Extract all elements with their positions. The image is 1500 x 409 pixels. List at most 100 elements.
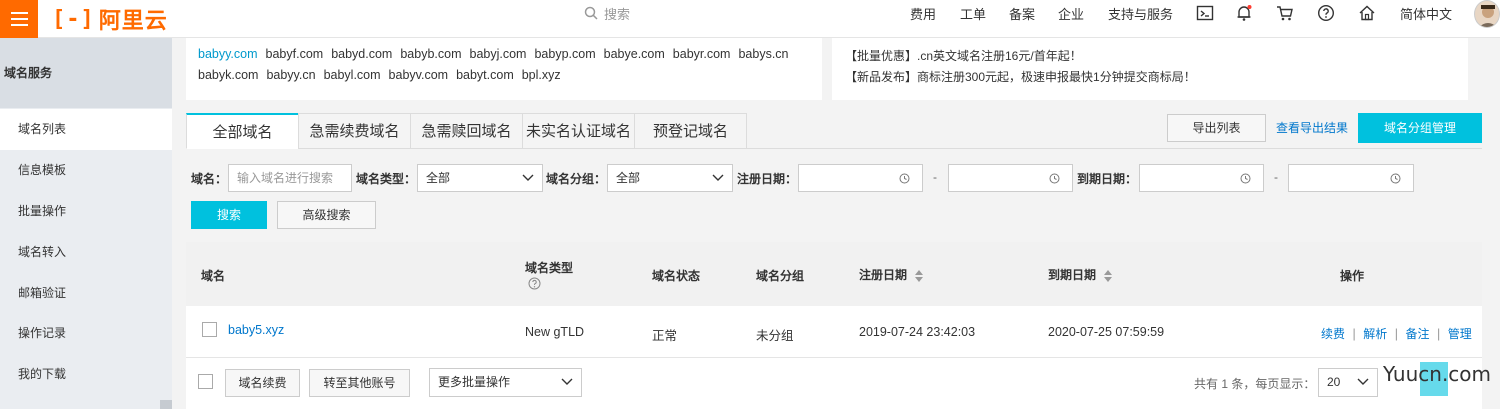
suggested-domain[interactable]: bpl.xyz — [522, 68, 561, 82]
avatar[interactable] — [1474, 0, 1500, 28]
column-reg-date-label: 注册日期 — [859, 268, 908, 282]
terminal-icon[interactable] — [1196, 4, 1214, 22]
column-reg-date[interactable]: 注册日期 — [859, 266, 924, 283]
promo-item[interactable]: 【批量优惠】.cn英文域名注册16元/首年起！ — [845, 46, 1196, 67]
nav-tickets[interactable]: 工单 — [960, 4, 986, 22]
row-type: New gTLD — [525, 325, 585, 339]
sidebar-item-transfer-in[interactable]: 域名转入 — [0, 232, 172, 273]
logo-text: 阿里云 — [98, 8, 168, 33]
menu-icon[interactable] — [0, 0, 38, 38]
suggested-domain[interactable]: babyf.com — [266, 47, 324, 61]
sidebar-item-templates[interactable]: 信息模板 — [0, 150, 172, 191]
avatar-icon — [1479, 5, 1497, 27]
search-icon — [584, 6, 598, 20]
clock-icon — [899, 173, 910, 184]
type-filter-label: 域名类型： — [356, 172, 417, 186]
view-export-link[interactable]: 查看导出结果 — [1276, 119, 1348, 136]
select-all-checkbox[interactable] — [198, 374, 213, 389]
action-separator: | — [1394, 327, 1398, 341]
exp-date-label: 到期日期： — [1077, 172, 1138, 186]
batch-renew-button[interactable]: 域名续费 — [225, 369, 300, 397]
suggested-domain[interactable]: babyb.com — [400, 47, 461, 61]
renew-link[interactable]: 续费 — [1321, 327, 1345, 341]
group-select-value: 全部 — [616, 171, 641, 185]
suggested-domain[interactable]: babyy.com — [198, 47, 258, 61]
suggested-domain[interactable]: babyv.com — [389, 68, 449, 82]
column-domain: 域名 — [201, 269, 226, 283]
home-icon[interactable] — [1358, 4, 1376, 22]
tab-preregister[interactable]: 预登记域名 — [634, 113, 747, 149]
group-manage-button[interactable]: 域名分组管理 — [1358, 113, 1482, 143]
suggested-domain[interactable]: babyp.com — [534, 47, 595, 61]
nav-support[interactable]: 支持与服务 — [1108, 4, 1173, 22]
promo-item[interactable]: 【新品发布】商标注册300元起，极速申报最快1分钟提交商标局！ — [845, 67, 1196, 88]
type-select[interactable]: 全部 — [417, 164, 543, 192]
tab-redeem-urgent[interactable]: 急需赎回域名 — [410, 113, 523, 149]
column-exp-date-label: 到期日期 — [1048, 268, 1097, 282]
row-group: 未分组 — [756, 329, 794, 343]
suggested-domain[interactable]: babyr.com — [673, 47, 731, 61]
export-list-button[interactable]: 导出列表 — [1167, 114, 1266, 142]
manage-link[interactable]: 管理 — [1448, 327, 1472, 341]
reg-date-end-input[interactable] — [948, 164, 1073, 192]
logo[interactable]: [-] 阿里云 — [52, 4, 168, 34]
cart-icon[interactable] — [1276, 4, 1294, 22]
sidebar-item-domain-list[interactable]: 域名列表 — [0, 109, 172, 150]
nav-enterprise[interactable]: 企业 — [1058, 4, 1084, 22]
bell-icon[interactable] — [1235, 4, 1253, 22]
table-header — [186, 242, 1482, 306]
column-group: 域名分组 — [756, 269, 805, 283]
page-size-select[interactable]: 20 — [1318, 368, 1378, 397]
chevron-down-icon — [1357, 378, 1369, 385]
transfer-account-button[interactable]: 转至其他账号 — [309, 369, 410, 397]
nav-icp[interactable]: 备案 — [1009, 4, 1035, 22]
reg-date-label: 注册日期： — [737, 172, 798, 186]
column-exp-date[interactable]: 到期日期 — [1048, 266, 1113, 283]
suggested-domain[interactable]: babye.com — [604, 47, 665, 61]
tab-all-domains[interactable]: 全部域名 — [186, 113, 299, 149]
column-type: 域名类型 — [525, 261, 574, 275]
chevron-down-icon — [522, 174, 534, 181]
row-checkbox[interactable] — [202, 322, 217, 337]
table-row — [186, 306, 1482, 358]
help-icon[interactable] — [1317, 4, 1335, 22]
suggested-domain[interactable]: babyy.cn — [266, 68, 315, 82]
tab-unverified[interactable]: 未实名认证域名 — [522, 113, 635, 149]
row-exp-date: 2020-07-25 07:59:59 — [1048, 325, 1165, 339]
domain-search-input[interactable]: 输入域名进行搜索 — [228, 164, 352, 192]
row-status: 正常 — [652, 329, 678, 343]
batch-actions-select[interactable]: 更多批量操作 — [429, 368, 582, 397]
tab-renew-urgent[interactable]: 急需续费域名 — [298, 113, 411, 149]
total-count-text: 共有 1 条，每页显示： — [1194, 377, 1316, 391]
suggested-domains: babyy.com babyf.com babyd.com babyb.com baby… — [198, 44, 798, 86]
page-size-value: 20 — [1327, 375, 1341, 389]
reg-date-start-input[interactable] — [798, 164, 923, 192]
action-separator: | — [1436, 327, 1441, 341]
sort-icon — [1104, 269, 1113, 282]
suggested-domain[interactable]: babyl.com — [324, 68, 381, 82]
domain-filter-label: 域名： — [191, 172, 228, 186]
group-select[interactable]: 全部 — [607, 164, 733, 192]
clock-icon — [1049, 173, 1060, 184]
suggested-domain[interactable]: babyj.com — [470, 47, 527, 61]
suggested-domain[interactable]: babyt.com — [456, 68, 514, 82]
row-domain-link[interactable]: baby5.xyz — [228, 323, 284, 337]
exp-date-start-input[interactable] — [1139, 164, 1264, 192]
sidebar-item-batch[interactable]: 批量操作 — [0, 191, 172, 232]
search-box[interactable]: 搜索 — [584, 4, 630, 22]
note-link[interactable]: 备注 — [1405, 327, 1429, 341]
suggested-domain[interactable]: babys.cn — [738, 47, 788, 61]
language-switch[interactable]: 简体中文 — [1400, 4, 1452, 22]
sidebar-item-downloads[interactable]: 我的下载 — [0, 354, 172, 395]
help-icon[interactable] — [528, 277, 541, 290]
nav-fees[interactable]: 费用 — [910, 4, 936, 22]
suggested-domain[interactable]: babyk.com — [198, 68, 258, 82]
sidebar-item-logs[interactable]: 操作记录 — [0, 313, 172, 354]
exp-date-end-input[interactable] — [1288, 164, 1414, 192]
sidebar-collapse-handle[interactable] — [160, 400, 172, 409]
suggested-domain[interactable]: babyd.com — [331, 47, 392, 61]
dns-link[interactable]: 解析 — [1363, 327, 1387, 341]
sidebar-item-email-verify[interactable]: 邮箱验证 — [0, 273, 172, 314]
advanced-search-button[interactable]: 高级搜索 — [277, 201, 376, 229]
search-button[interactable]: 搜索 — [191, 201, 267, 229]
